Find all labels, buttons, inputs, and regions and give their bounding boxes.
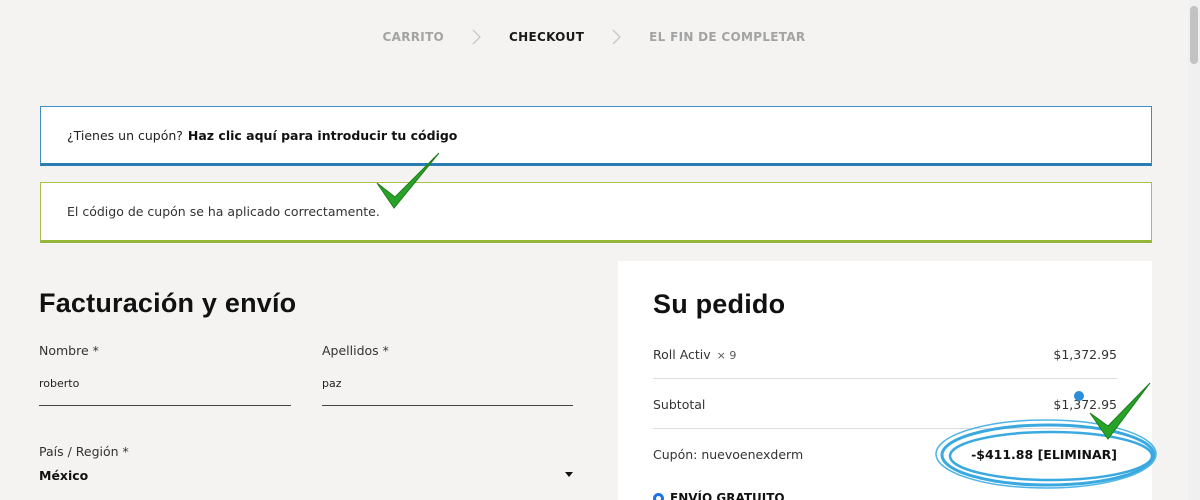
enter-coupon-link[interactable]: Haz clic aquí para introducir tu código	[188, 128, 457, 143]
chevron-right-icon	[472, 29, 481, 45]
order-divider	[653, 378, 1117, 379]
coupon-success-message: El código de cupón se ha aplicado correc…	[67, 204, 380, 219]
first-name-label: Nombre *	[39, 343, 99, 358]
coupon-notice: ¿Tienes un cupón? Haz clic aquí para int…	[40, 106, 1152, 166]
page-scrollbar[interactable]	[1188, 0, 1200, 500]
coupon-prompt: ¿Tienes un cupón?	[67, 127, 183, 143]
breadcrumb-step-complete: EL FIN DE COMPLETAR	[649, 30, 806, 44]
chevron-right-icon	[612, 29, 621, 45]
chevron-down-icon[interactable]	[565, 472, 573, 477]
subtotal-label: Subtotal	[653, 397, 706, 412]
first-name-underline	[39, 405, 291, 406]
coupon-success-notice: El código de cupón se ha aplicado correc…	[40, 182, 1152, 243]
order-item-price: $1,372.95	[1053, 347, 1117, 362]
checkout-breadcrumb: CARRITO CHECKOUT EL FIN DE COMPLETAR	[0, 28, 1188, 46]
coupon-label: Cupón: nuevoenexderm	[653, 447, 804, 462]
checkmark-annotation-icon	[376, 152, 440, 209]
shipping-option-label: ENVÍO GRATUITO	[670, 491, 785, 500]
last-name-label: Apellidos *	[322, 343, 389, 358]
last-name-field[interactable]: paz	[322, 377, 342, 390]
order-item-name: Roll Activ	[653, 347, 711, 362]
scrollbar-thumb[interactable]	[1190, 6, 1198, 64]
first-name-field[interactable]: roberto	[39, 377, 79, 390]
last-name-underline	[322, 405, 573, 406]
subtotal-row: Subtotal $1,372.95	[653, 397, 1117, 412]
shipping-radio[interactable]	[653, 493, 664, 500]
checkmark-annotation-icon	[1089, 382, 1151, 440]
breadcrumb-step-cart[interactable]: CARRITO	[383, 30, 445, 44]
country-label: País / Región *	[39, 444, 129, 459]
breadcrumb-step-checkout: CHECKOUT	[509, 30, 585, 44]
billing-title: Facturación y envío	[39, 288, 297, 318]
country-select[interactable]: México	[39, 468, 88, 483]
order-item-row: Roll Activ × 9 $1,372.95	[653, 347, 1117, 362]
order-item-qty: × 9	[716, 349, 737, 362]
marker-dot	[1074, 391, 1084, 401]
order-title: Su pedido	[653, 289, 786, 319]
